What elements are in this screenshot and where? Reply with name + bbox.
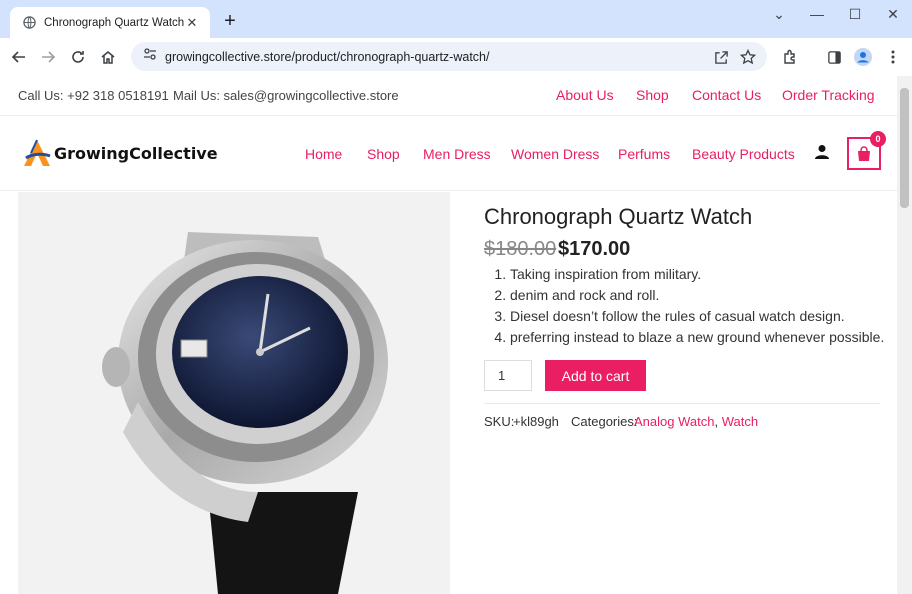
menu-item-women-dress[interactable]: Women Dress: [511, 146, 599, 162]
categories-label: Categories:: [571, 414, 638, 429]
shopping-bag-icon: [858, 145, 870, 161]
quantity-input[interactable]: 1: [484, 360, 532, 391]
feature-item: Taking inspiration from military.: [510, 264, 884, 285]
site-logo[interactable]: GrowingCollective: [22, 138, 218, 168]
toplink-about-us[interactable]: About Us: [556, 87, 614, 103]
reload-icon[interactable]: [65, 44, 91, 70]
category-separator: ,: [714, 414, 722, 429]
maximize-button[interactable]: ☐: [836, 0, 874, 28]
site-header: GrowingCollective Home Shop Men Dress Wo…: [0, 117, 897, 191]
mail-us-text: Mail Us: sales@growingcollective.store: [173, 88, 399, 103]
add-to-cart-button[interactable]: Add to cart: [545, 360, 646, 391]
home-icon[interactable]: [95, 44, 121, 70]
watch-image: [18, 192, 450, 594]
user-account-icon[interactable]: [814, 144, 830, 165]
tab-search-icon[interactable]: ⌄: [760, 0, 798, 28]
sale-price: $170.00: [558, 238, 631, 260]
close-tab-icon[interactable]: ✕: [184, 15, 200, 31]
web-page: Call Us: +92 318 0518191 Mail Us: sales@…: [0, 76, 897, 594]
menu-item-beauty-products[interactable]: Beauty Products: [692, 146, 795, 162]
browser-menu-icon[interactable]: [880, 44, 906, 70]
feature-list: Taking inspiration from military. denim …: [510, 264, 884, 348]
feature-item: Diesel doesn’t follow the rules of casua…: [510, 306, 884, 327]
logo-mark-icon: [24, 139, 51, 166]
menu-item-home[interactable]: Home: [305, 146, 342, 162]
menu-item-men-dress[interactable]: Men Dress: [423, 146, 491, 162]
share-icon[interactable]: [708, 44, 734, 70]
feature-item: preferring instead to blaze a new ground…: [510, 327, 884, 348]
tab-strip: Chronograph Quartz Watch – ✕ + ⌄ — ☐ ✕: [0, 0, 912, 38]
cart-count-badge: 0: [870, 131, 886, 147]
extensions-icon[interactable]: [777, 44, 803, 70]
cart-button[interactable]: 0: [847, 131, 886, 170]
close-window-button[interactable]: ✕: [874, 0, 912, 28]
scrollbar-thumb[interactable]: [900, 88, 909, 208]
tab-title: Chronograph Quartz Watch –: [44, 16, 184, 29]
browser-chrome: Chronograph Quartz Watch – ✕ + ⌄ — ☐ ✕ g…: [0, 0, 912, 75]
side-panel-icon[interactable]: [821, 44, 847, 70]
menu-item-perfums[interactable]: Perfums: [618, 146, 670, 162]
feature-item: denim and rock and roll.: [510, 285, 884, 306]
menu-item-shop[interactable]: Shop: [367, 146, 400, 162]
url-text: growingcollective.store/product/chronogr…: [165, 49, 490, 64]
forward-icon[interactable]: [35, 44, 61, 70]
categories-links: Analog Watch, Watch: [634, 414, 758, 429]
category-link-watch[interactable]: Watch: [722, 414, 758, 429]
call-us-text: Call Us: +92 318 0518191: [18, 88, 169, 103]
category-link-analog-watch[interactable]: Analog Watch: [634, 414, 714, 429]
old-price: $180.00: [484, 238, 557, 260]
minimize-button[interactable]: —: [798, 0, 836, 28]
profile-avatar-icon[interactable]: [850, 44, 876, 70]
divider: [484, 403, 880, 404]
browser-tab[interactable]: Chronograph Quartz Watch – ✕: [10, 7, 210, 38]
top-bar: Call Us: +92 318 0518191 Mail Us: sales@…: [0, 76, 897, 116]
address-bar[interactable]: growingcollective.store/product/chronogr…: [131, 42, 767, 71]
toplink-shop[interactable]: Shop: [636, 87, 669, 103]
browser-toolbar: growingcollective.store/product/chronogr…: [0, 38, 912, 75]
globe-icon: [22, 16, 36, 30]
back-icon[interactable]: [6, 44, 32, 70]
site-settings-icon[interactable]: [143, 47, 157, 66]
bookmark-star-icon[interactable]: [735, 44, 761, 70]
product-title: Chronograph Quartz Watch: [484, 204, 753, 229]
product-image[interactable]: [18, 192, 450, 594]
brand-name: GrowingCollective: [54, 143, 218, 163]
sku-value: +kl89gh: [513, 414, 559, 429]
toplink-contact-us[interactable]: Contact Us: [692, 87, 761, 103]
sku-label: SKU:: [484, 414, 515, 429]
toplink-order-tracking[interactable]: Order Tracking: [782, 87, 875, 103]
page-scrollbar[interactable]: [897, 76, 912, 594]
new-tab-button[interactable]: +: [219, 10, 241, 32]
